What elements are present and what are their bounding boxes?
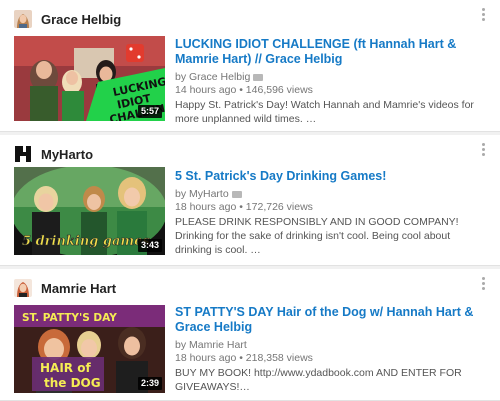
video-stats: 18 hours ago • 218,358 views (175, 352, 313, 364)
channel-link[interactable]: by Grace Helbig (175, 71, 250, 84)
byline: by MyHarto (175, 188, 475, 201)
channel-link[interactable]: by Mamrie Hart (175, 339, 475, 352)
more-options-icon[interactable] (478, 6, 488, 24)
grace-helbig-avatar[interactable] (14, 10, 32, 28)
video-thumbnail[interactable]: LUCKING IDIOT CHALLENGE 5:57 (14, 36, 165, 121)
channel-header[interactable]: Mamrie Hart (14, 278, 116, 298)
verified-icon (231, 191, 242, 198)
verified-icon (253, 74, 264, 81)
mamrie-hart-avatar[interactable] (14, 279, 32, 297)
video-thumbnail[interactable]: 5 drinking games 3:43 (14, 167, 165, 255)
video-title-link[interactable]: 5 St. Patrick's Day Drinking Games! (175, 169, 475, 184)
video-description: BUY MY BOOK! http://www.ydadbook.com AND… (175, 367, 462, 393)
channel-header[interactable]: MyHarto (14, 144, 93, 164)
more-options-icon[interactable] (478, 275, 488, 293)
video-duration: 5:57 (137, 105, 162, 118)
more-options-icon[interactable] (478, 141, 488, 159)
thumbnail-text: the DOG (44, 376, 101, 390)
video-duration: 2:39 (137, 377, 162, 390)
channel-header[interactable]: Grace Helbig (14, 9, 121, 29)
video-stats: 18 hours ago • 172,726 views (175, 201, 313, 213)
feed-card: MyHarto 5 drinking games 3:43 5 St. Patr… (0, 135, 500, 266)
video-title-link[interactable]: LUCKING IDIOT CHALLENGE (ft Hannah Hart … (175, 37, 475, 67)
video-thumbnail[interactable]: ST. PATTY'S DAY HAIR of the DOG 2:39 (14, 305, 165, 393)
byline: by Grace Helbig (175, 71, 475, 84)
channel-name[interactable]: MyHarto (41, 147, 93, 162)
channel-name[interactable]: Grace Helbig (41, 12, 121, 27)
myharto-logo-icon[interactable] (14, 145, 32, 163)
thumbnail-text: HAIR of (40, 361, 91, 375)
video-info: ST PATTY'S DAY Hair of the Dog w/ Hannah… (175, 305, 475, 394)
video-duration: 3:43 (137, 239, 162, 252)
channel-name[interactable]: Mamrie Hart (41, 281, 116, 296)
video-stats: 14 hours ago • 146,596 views (175, 84, 313, 96)
thumbnail-text: ST. PATTY'S DAY (22, 312, 117, 324)
feed: Grace Helbig LUCKING IDIOT CHALLENGE 5:5… (0, 0, 500, 401)
feed-card: Grace Helbig LUCKING IDIOT CHALLENGE 5:5… (0, 0, 500, 132)
feed-card: Mamrie Hart ST. PATTY'S DAY HAIR of the … (0, 269, 500, 401)
channel-link[interactable]: by MyHarto (175, 188, 229, 201)
video-description: Happy St. Patrick's Day! Watch Hannah an… (175, 99, 474, 125)
video-info: 5 St. Patrick's Day Drinking Games! by M… (175, 169, 475, 257)
video-description: PLEASE DRINK RESPONSIBLY AND IN GOOD COM… (175, 216, 459, 256)
thumbnail-text: 5 drinking games (22, 234, 150, 249)
video-title-link[interactable]: ST PATTY'S DAY Hair of the Dog w/ Hannah… (175, 305, 475, 335)
video-info: LUCKING IDIOT CHALLENGE (ft Hannah Hart … (175, 37, 475, 126)
